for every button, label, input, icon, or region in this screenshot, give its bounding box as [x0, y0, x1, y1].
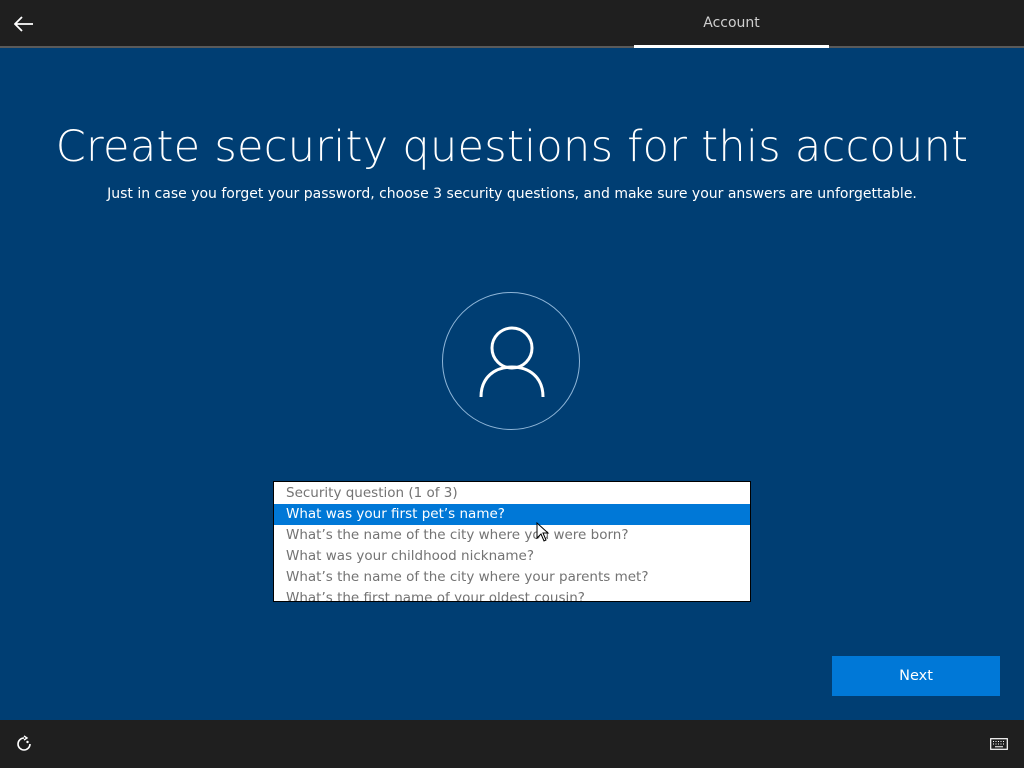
list-option-oldest-cousin[interactable]: What’s the first name of your oldest cou…: [274, 588, 750, 601]
next-button-label: Next: [899, 668, 933, 684]
keyboard-button[interactable]: [986, 732, 1012, 756]
list-option-childhood-nickname[interactable]: What was your childhood nickname?: [274, 546, 750, 567]
back-arrow-icon: [14, 16, 33, 32]
list-option-first-pet[interactable]: What was your first pet’s name?: [274, 504, 750, 525]
back-button[interactable]: [8, 8, 40, 40]
ease-of-access-icon: [17, 735, 31, 751]
list-option-parents-met-city[interactable]: What’s the name of the city where your p…: [274, 567, 750, 588]
avatar: [442, 292, 580, 430]
top-bar: Account: [0, 0, 1024, 48]
tab-account-label: Account: [703, 15, 760, 31]
tab-account[interactable]: Account: [634, 0, 829, 46]
list-option-birth-city[interactable]: What’s the name of the city where you we…: [274, 525, 750, 546]
oobe-screen: Account Create security questions for th…: [0, 0, 1024, 768]
bottom-bar: [0, 720, 1024, 768]
ease-of-access-button[interactable]: [12, 732, 36, 756]
security-question-list[interactable]: Security question (1 of 3) What was your…: [273, 481, 751, 602]
security-question-placeholder: Security question (1 of 3): [286, 485, 458, 501]
next-button[interactable]: Next: [832, 656, 1000, 696]
keyboard-icon: [990, 738, 1008, 750]
page-subtitle: Just in case you forget your password, c…: [107, 186, 917, 202]
mouse-pointer-icon: [536, 522, 550, 542]
page-title: Create security questions for this accou…: [55, 122, 969, 172]
tab-active-indicator: [634, 45, 829, 48]
user-icon: [479, 326, 545, 397]
